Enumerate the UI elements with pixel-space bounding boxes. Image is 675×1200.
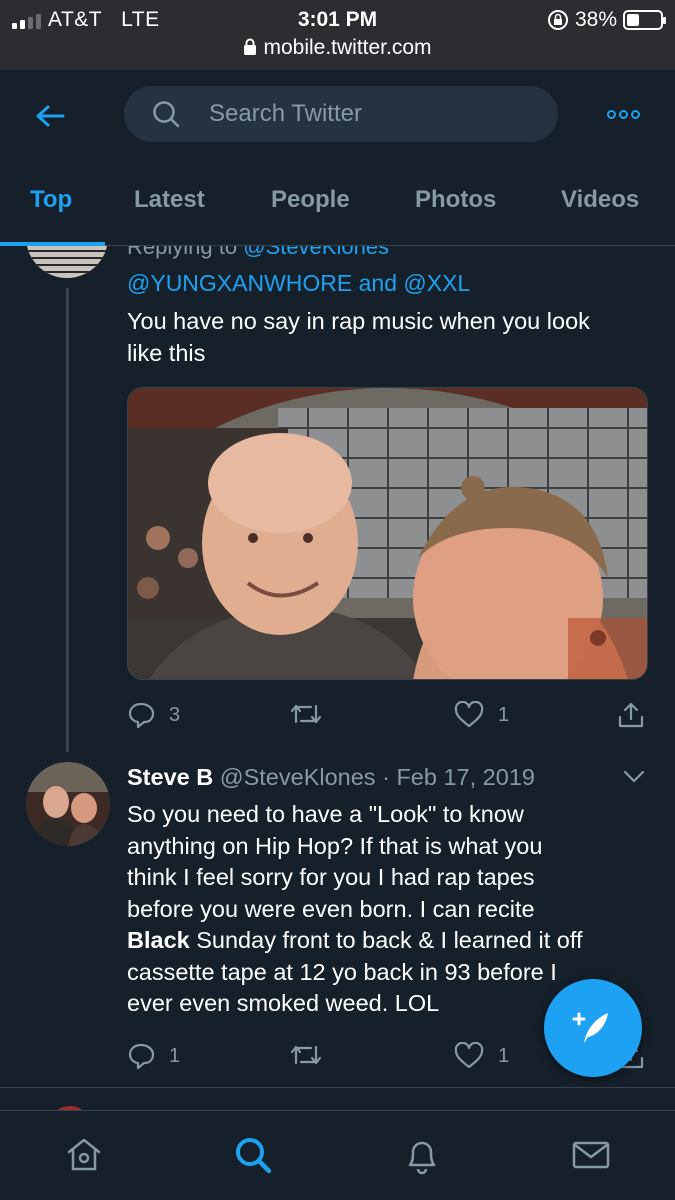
battery-icon xyxy=(623,10,666,30)
search-icon xyxy=(153,101,180,128)
photo-image xyxy=(128,388,647,679)
avatar-image xyxy=(26,762,110,846)
more-icon xyxy=(607,109,616,119)
like-button[interactable]: 1 xyxy=(454,701,509,729)
tab-videos[interactable]: Videos xyxy=(561,186,639,214)
search-placeholder: Search Twitter xyxy=(209,100,362,127)
reply-icon xyxy=(128,1043,155,1070)
avatar[interactable] xyxy=(26,762,110,846)
like-button[interactable]: 1 xyxy=(454,1042,509,1070)
display-name[interactable]: Steve B xyxy=(127,764,213,790)
share-button[interactable] xyxy=(617,701,645,729)
mail-icon xyxy=(572,1141,610,1169)
tab-latest[interactable]: Latest xyxy=(134,186,205,214)
battery-status: 38% xyxy=(547,8,666,32)
arrow-left-icon xyxy=(36,105,65,127)
tweet-divider xyxy=(0,1087,675,1088)
reply-button[interactable]: 3 xyxy=(127,701,180,729)
retweet-icon xyxy=(290,704,322,724)
share-icon xyxy=(618,702,644,728)
replying-to: Replying to @SteveKlones xyxy=(127,246,389,260)
url-text: mobile.twitter.com xyxy=(263,36,432,59)
retweet-button[interactable] xyxy=(289,1042,323,1068)
mention-link[interactable]: @YUNGXANWHORE xyxy=(127,270,352,296)
search-tabs: Top Latest People Photos Videos xyxy=(0,178,675,246)
heart-icon xyxy=(454,701,484,728)
reply-icon xyxy=(128,702,155,729)
tweet-date[interactable]: Feb 17, 2019 xyxy=(396,764,535,790)
tweet-text: So you need to have a "Look" to know any… xyxy=(127,801,583,1016)
like-count: 1 xyxy=(498,703,510,726)
search-icon xyxy=(236,1138,272,1174)
highlighted-search-term: Black xyxy=(127,927,190,953)
tweet-text: You have no say in rap music when you lo… xyxy=(127,308,590,366)
back-button[interactable] xyxy=(30,98,70,134)
reply-count: 1 xyxy=(169,1044,181,1067)
bottom-navigation xyxy=(0,1110,675,1200)
chevron-down-icon xyxy=(623,770,645,783)
retweet-icon xyxy=(290,1045,322,1065)
tab-top[interactable]: Top xyxy=(30,186,72,214)
like-count: 1 xyxy=(498,1044,510,1067)
tweet-photo[interactable] xyxy=(127,387,648,680)
avatar-image xyxy=(26,246,108,278)
nav-notifications[interactable] xyxy=(400,1133,444,1177)
tab-photos[interactable]: Photos xyxy=(415,186,496,214)
username[interactable]: @SteveKlones xyxy=(220,764,376,790)
mention-link[interactable]: @SteveKlones xyxy=(243,246,389,259)
tab-people[interactable]: People xyxy=(271,186,350,214)
more-button[interactable] xyxy=(607,106,641,122)
home-icon xyxy=(67,1138,101,1171)
reply-count: 3 xyxy=(169,703,181,726)
tweet-header: Steve B @SteveKlones · Feb 17, 2019 xyxy=(127,764,535,790)
mention-link[interactable]: @XXL xyxy=(403,270,470,296)
thread-line xyxy=(66,288,69,752)
search-header: Search Twitter Top Latest People Photos … xyxy=(0,70,675,246)
rotation-lock-icon xyxy=(547,10,568,30)
lock-icon xyxy=(244,38,257,55)
status-bar: AT&T LTE 3:01 PM 38% mobile.twitter.com xyxy=(0,0,675,70)
heart-icon xyxy=(454,1042,484,1069)
reply-mentions: @YUNGXANWHORE and @XXL xyxy=(127,270,471,296)
tweet-menu-button[interactable] xyxy=(623,770,645,789)
avatar[interactable] xyxy=(26,246,108,278)
battery-percent: 38% xyxy=(574,8,617,31)
compose-icon xyxy=(572,1012,608,1043)
tweet-actions: 3 1 xyxy=(127,701,648,735)
nav-home[interactable] xyxy=(62,1133,106,1177)
reply-button[interactable]: 1 xyxy=(127,1042,180,1070)
url-bar[interactable]: mobile.twitter.com xyxy=(0,36,675,60)
nav-messages[interactable] xyxy=(569,1133,613,1177)
search-input[interactable]: Search Twitter xyxy=(124,86,558,142)
bell-icon xyxy=(408,1141,436,1175)
nav-explore[interactable] xyxy=(231,1133,275,1177)
compose-tweet-button[interactable] xyxy=(544,979,642,1077)
retweet-button[interactable] xyxy=(289,701,323,727)
timeline: Replying to @SteveKlones @YUNGXANWHORE a… xyxy=(0,246,675,1110)
